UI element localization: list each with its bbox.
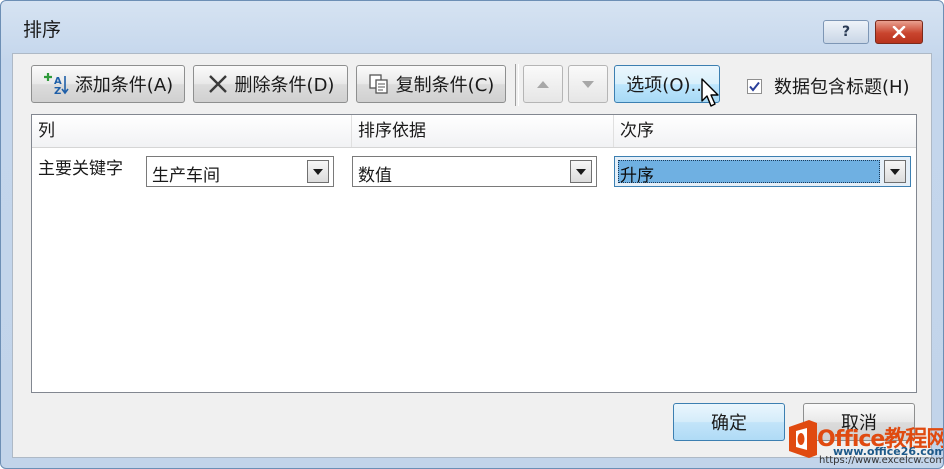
grid-header: 列 排序依据 次序	[32, 115, 916, 148]
help-button[interactable]: ?	[823, 20, 869, 44]
column-header: 列	[32, 115, 352, 147]
sort-on-select-value: 数值	[358, 166, 392, 186]
has-header-toggle[interactable]: 数据包含标题(H)	[747, 73, 910, 99]
has-header-label: 数据包含标题(H)	[774, 77, 910, 98]
move-down-button[interactable]	[568, 65, 608, 103]
selection-highlight	[618, 160, 880, 183]
delete-condition-label: 删除条件(D)	[234, 75, 335, 96]
chevron-down-icon[interactable]	[884, 160, 906, 183]
column-select-value: 生产车间	[152, 166, 220, 186]
sort-on-header: 排序依据	[352, 115, 614, 147]
column-select[interactable]: 生产车间	[146, 156, 334, 187]
chevron-down-icon[interactable]	[307, 160, 329, 183]
copy-icon	[368, 73, 390, 95]
delete-x-icon	[207, 74, 229, 94]
mouse-cursor-icon	[701, 78, 719, 107]
order-select-value: 升序	[620, 166, 654, 186]
sort-levels-grid: 列 排序依据 次序 主要关键字 生产车间 数值 升序	[31, 114, 917, 393]
title-bar[interactable]: 排序 ?	[1, 1, 943, 53]
copy-condition-label: 复制条件(C)	[395, 75, 495, 96]
office-logo-icon	[789, 420, 817, 458]
row-label: 主要关键字	[38, 159, 123, 179]
close-x-icon	[892, 26, 906, 38]
add-condition-label: 添加条件(A)	[74, 75, 174, 96]
add-condition-button[interactable]: A Z 添加条件(A)	[31, 65, 185, 103]
dialog-content: A Z 添加条件(A) 删除条件(D) 复制条件(C) 选项(O)... 数据包…	[12, 53, 932, 458]
sort-on-select[interactable]: 数值	[352, 156, 597, 187]
delete-condition-button[interactable]: 删除条件(D)	[193, 65, 348, 103]
triangle-down-icon	[582, 80, 594, 88]
copy-condition-button[interactable]: 复制条件(C)	[356, 65, 506, 103]
triangle-up-icon	[537, 80, 549, 88]
add-sort-icon: A Z	[43, 72, 69, 96]
dialog-title: 排序	[23, 19, 62, 41]
site-watermark: Office教程网 www.office26.com https://www.e…	[783, 417, 943, 467]
watermark-url-2: https://www.excelcw.com	[819, 455, 944, 466]
has-header-checkbox[interactable]	[747, 78, 762, 94]
sort-dialog: 排序 ? A Z 添加条件(A) 删除条件(D) 复制条件(C) 选项(O)..…	[0, 0, 944, 469]
svg-text:Z: Z	[54, 86, 61, 96]
options-label: 选项(O)...	[626, 75, 708, 96]
move-up-button[interactable]	[523, 65, 563, 103]
order-select[interactable]: 升序	[614, 156, 911, 187]
toolbar-separator	[515, 64, 519, 106]
order-header: 次序	[620, 121, 654, 141]
chevron-down-icon[interactable]	[570, 160, 592, 183]
help-icon: ?	[841, 24, 851, 40]
checkmark-icon	[749, 81, 760, 92]
ok-label: 确定	[711, 413, 747, 434]
ok-button[interactable]: 确定	[673, 403, 785, 441]
close-button[interactable]	[875, 20, 923, 44]
